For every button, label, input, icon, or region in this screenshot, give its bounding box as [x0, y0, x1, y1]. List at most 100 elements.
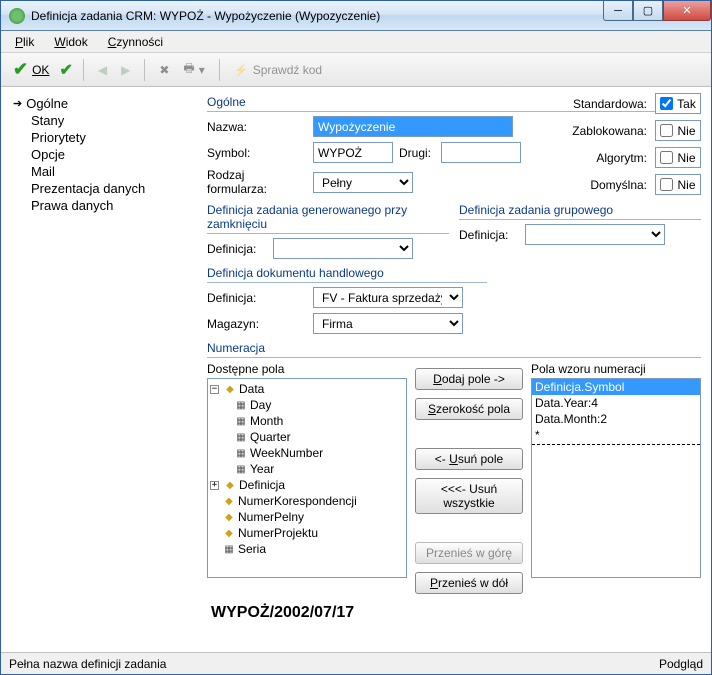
check-icon-secondary[interactable]: ✔ [59, 60, 72, 80]
button-dodaj-pole[interactable]: Dodaj pole -> [415, 368, 523, 390]
label-algorytm: Algorytm: [596, 151, 647, 165]
content: Ogólne Stany Priorytety Opcje Mail Preze… [1, 87, 711, 652]
prop-icon: ▦ [234, 400, 248, 411]
label-rodzaj: Rodzaj formularza: [207, 168, 307, 196]
check-zablokowana[interactable]: Nie [655, 120, 701, 141]
select-definicja-doc[interactable]: FV - Faktura sprzedaży [313, 287, 463, 308]
select-definicja-group[interactable] [525, 224, 665, 245]
diamond-icon: ◆ [223, 480, 237, 491]
nav-prawa[interactable]: Prawa danych [13, 197, 201, 214]
menu-widok[interactable]: Widok [46, 33, 95, 51]
preview-text: WYPOŻ/2002/07/17 [207, 594, 701, 626]
tools-icon: ✖ [159, 63, 169, 77]
group-numeracja: Numeracja [207, 339, 701, 358]
tools-button[interactable]: ✖ [155, 61, 173, 79]
label-domyslna: Domyślna: [590, 178, 647, 192]
diamond-icon: ◆ [222, 528, 236, 539]
close-button[interactable]: ✕ [663, 1, 711, 21]
window-title: Definicja zadania CRM: WYPOŻ - Wypożycze… [31, 9, 603, 23]
input-nazwa[interactable] [313, 116, 513, 137]
sprawdz-kod-button[interactable]: ⚡ Sprawdź kod [230, 61, 326, 79]
group-def-gen-close: Definicja zadania generowanego przy zamk… [207, 201, 449, 234]
list-item[interactable]: Definicja.Symbol [532, 379, 700, 395]
prop-icon: ▦ [234, 432, 248, 443]
nav-back-button[interactable]: ◀ [94, 61, 111, 79]
tree-node-numerk[interactable]: ◆NumerKorespondencji [210, 493, 404, 509]
window: Definicja zadania CRM: WYPOŻ - Wypożycze… [0, 0, 712, 675]
label-nazwa: Nazwa: [207, 120, 307, 134]
check-algorytm[interactable]: Nie [655, 147, 701, 168]
nav-opcje[interactable]: Opcje [13, 146, 201, 163]
tree-node-numerp[interactable]: ◆NumerPelny [210, 509, 404, 525]
label-wzor: Pola wzoru numeracji [531, 362, 701, 376]
select-rodzaj[interactable]: Pełny [313, 172, 413, 193]
label-zablokowana: Zablokowana: [572, 124, 647, 138]
label-magazyn: Magazyn: [207, 317, 307, 331]
nav-ogolne[interactable]: Ogólne [13, 95, 201, 112]
maximize-button[interactable]: ▢ [633, 1, 663, 21]
nav-prezentacja[interactable]: Prezentacja danych [13, 180, 201, 197]
prop-icon: ▦ [234, 448, 248, 459]
print-button[interactable]: 🖶 ▾ [179, 57, 208, 82]
label-standardowa: Standardowa: [573, 97, 647, 111]
check-icon: ✔ [13, 59, 28, 80]
nav-priorytety[interactable]: Priorytety [13, 129, 201, 146]
back-icon: ◀ [98, 63, 107, 77]
button-usun-pole[interactable]: <- Usuń pole [415, 448, 523, 470]
tree-node-seria[interactable]: ▦Seria [210, 541, 404, 557]
status-right: Podgląd [659, 657, 703, 671]
group-def-group: Definicja zadania grupowego [459, 201, 701, 220]
nav-panel: Ogólne Stany Priorytety Opcje Mail Preze… [1, 87, 201, 652]
tree-node-numerproj[interactable]: ◆NumerProjektu [210, 525, 404, 541]
statusbar: Pełna nazwa definicji zadania Podgląd [1, 652, 711, 674]
print-icon: 🖶 [183, 59, 194, 80]
select-magazyn[interactable]: Firma [313, 313, 463, 334]
forward-icon: ▶ [121, 63, 130, 77]
check-domyslna[interactable]: Nie [655, 174, 701, 195]
menu-czynnosci[interactable]: Czynności [100, 33, 171, 51]
tree-node-definicja[interactable]: +◆Definicja [210, 477, 404, 493]
label-symbol: Symbol: [207, 146, 307, 160]
label-drugi: Drugi: [399, 146, 435, 160]
app-icon [9, 8, 25, 24]
toolbar: ✔ OK ✔ ◀ ▶ ✖ 🖶 ▾ ⚡ Sprawdź kod [1, 53, 711, 87]
select-definicja-close[interactable] [273, 238, 413, 259]
prop-icon: ▦ [234, 464, 248, 475]
label-dostepne: Dostępne pola [207, 362, 407, 376]
nav-stany[interactable]: Stany [13, 112, 201, 129]
list-separator [532, 444, 700, 445]
button-przenies-gora[interactable]: Przenieś w górę [415, 542, 523, 564]
tree-node-year[interactable]: ▦Year [210, 461, 404, 477]
tree-node-week[interactable]: ▦WeekNumber [210, 445, 404, 461]
form-panel: Ogólne Standardowa: Tak Zablokowana: Nie… [201, 87, 711, 652]
label-definicja-group: Definicja: [459, 228, 519, 242]
tree-node-day[interactable]: ▦Day [210, 397, 404, 413]
nav-mail[interactable]: Mail [13, 163, 201, 180]
nav-forward-button[interactable]: ▶ [117, 61, 134, 79]
numeracja-area: Dostępne pola −◆Data ▦Day ▦Month ▦Quarte… [207, 362, 701, 594]
tree-dostepne[interactable]: −◆Data ▦Day ▦Month ▦Quarter ▦WeekNumber … [207, 378, 407, 578]
button-usun-wszystkie[interactable]: <<<- Usuń wszystkie [415, 478, 523, 514]
button-przenies-dol[interactable]: Przenieś w dół [415, 572, 523, 594]
list-item[interactable]: Data.Month:2 [532, 411, 700, 427]
tree-node-data[interactable]: −◆Data [210, 381, 404, 397]
label-definicja-close: Definicja: [207, 242, 267, 256]
properties-column: Standardowa: Tak Zablokowana: Nie Algory… [572, 93, 701, 201]
tree-node-quarter[interactable]: ▦Quarter [210, 429, 404, 445]
ok-button[interactable]: ✔ OK [9, 57, 53, 82]
label-definicja-doc: Definicja: [207, 291, 307, 305]
list-item[interactable]: Data.Year:4 [532, 395, 700, 411]
titlebar: Definicja zadania CRM: WYPOŻ - Wypożycze… [1, 1, 711, 31]
button-szerokosc[interactable]: Szerokość pola [415, 398, 523, 420]
diamond-icon: ◆ [222, 496, 236, 507]
check-standardowa[interactable]: Tak [655, 93, 701, 114]
diamond-icon: ◆ [222, 512, 236, 523]
prop-icon: ▦ [222, 544, 236, 555]
input-symbol[interactable] [313, 142, 393, 163]
tree-node-month[interactable]: ▦Month [210, 413, 404, 429]
minimize-button[interactable]: ─ [603, 1, 633, 21]
input-drugi[interactable] [441, 142, 521, 163]
list-item[interactable]: * [532, 427, 700, 443]
list-wzor[interactable]: Definicja.Symbol Data.Year:4 Data.Month:… [531, 378, 701, 578]
menu-plik[interactable]: Plik [7, 33, 42, 51]
